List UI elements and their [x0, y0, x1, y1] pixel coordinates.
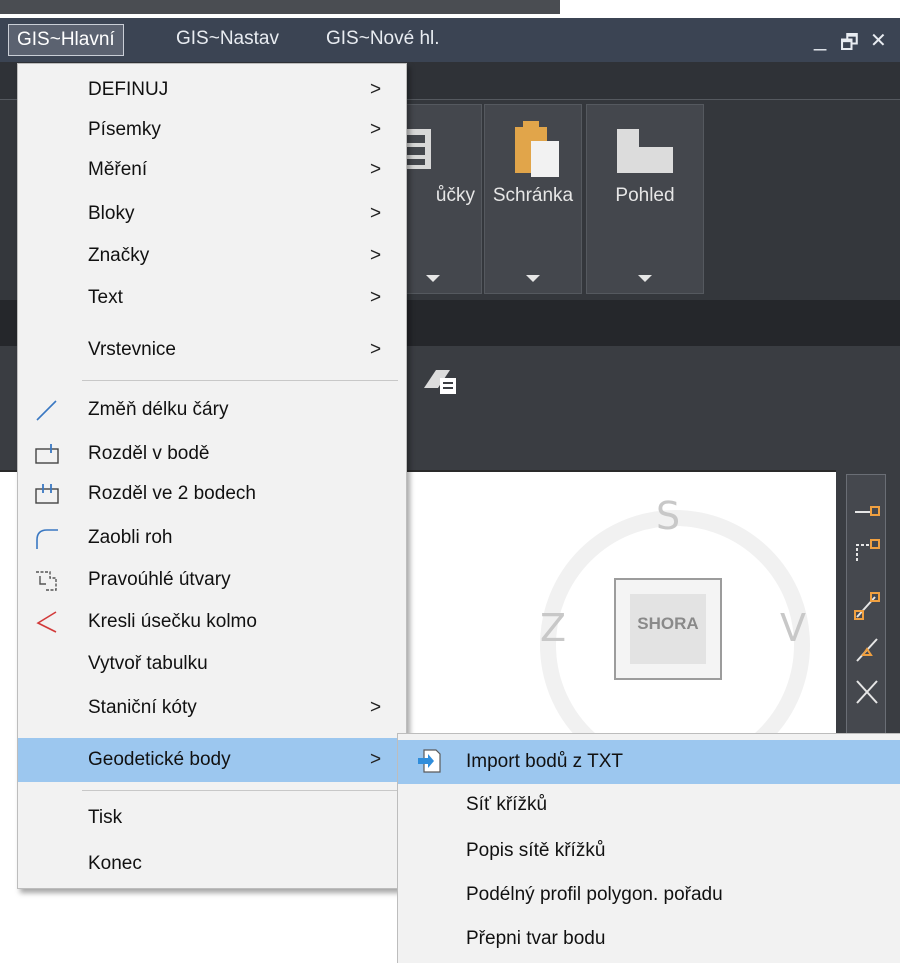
menu-item-label: Tisk [88, 807, 123, 828]
chevron-down-icon [638, 275, 652, 282]
viewcube-east[interactable]: V [780, 606, 806, 650]
submenu-arrow-icon: > [370, 339, 382, 360]
ribbon-panel-pohled[interactable]: Pohled [586, 104, 704, 294]
viewcube-west[interactable]: Z [540, 606, 566, 650]
snap-intersection-icon[interactable] [853, 677, 881, 707]
snap-midpoint-icon[interactable] [853, 635, 881, 665]
menu-separator [82, 380, 398, 381]
menubar-gis-nastav[interactable]: GIS~Nastav [168, 24, 287, 56]
view-icon [617, 129, 673, 173]
menu-item-pisemky[interactable]: Písemky > [18, 110, 406, 150]
menu-bar: GIS~Hlavní GIS~Nastav GIS~Nové hl. _ 🗗 ✕ [0, 18, 900, 62]
ribbon-label-schranka: Schránka [492, 185, 574, 206]
ribbon-panel-schranka[interactable]: Schránka [484, 104, 582, 294]
menu-item-rozdel-v-bode[interactable]: Rozděl v bodě [18, 434, 406, 474]
menu-item-label: Geodetické body [88, 749, 231, 770]
close-button[interactable]: ✕ [870, 28, 887, 53]
menu-item-label: Změň délku čáry [88, 399, 229, 420]
menu-item-label: Měření [88, 159, 148, 180]
menu-item-label: Písemky [88, 119, 161, 140]
submenu-arrow-icon: > [370, 119, 382, 140]
menubar-gis-hlavni[interactable]: GIS~Hlavní [8, 24, 124, 56]
menu-item-label: Bloky [88, 203, 135, 224]
submenu-arrow-icon: > [370, 203, 382, 224]
layer-tool-icon[interactable] [420, 362, 460, 398]
menu-item-label: Zaobli roh [88, 527, 173, 548]
snap-node-icon[interactable] [853, 535, 881, 565]
menu-item-label: Vrstevnice [88, 339, 176, 360]
fillet-icon [36, 529, 58, 549]
menu-item-bloky[interactable]: Bloky > [18, 194, 406, 234]
menu-item-vrstevnice[interactable]: Vrstevnice > [18, 330, 406, 370]
submenu-item-import-bodu-z-txt[interactable]: Import bodů z TXT [398, 740, 900, 784]
menu-item-label: Rozděl v bodě [88, 443, 210, 464]
line-length-icon [36, 400, 57, 421]
submenu-item-label: Popis sítě křížků [466, 840, 606, 861]
menu-item-pravouhle-utvary[interactable]: Pravoúhlé útvary [18, 560, 406, 600]
rectangular-shapes-icon [36, 571, 57, 591]
clipboard-icon [515, 121, 559, 177]
perpendicular-line-icon [36, 611, 57, 633]
menu-item-label: Pravoúhlé útvary [88, 569, 231, 590]
geodeticke-body-submenu: Import bodů z TXT Síť křížků Popis sítě … [397, 733, 900, 963]
viewcube-face-label: SHORA [637, 614, 699, 633]
chevron-down-icon [426, 275, 440, 282]
import-txt-icon [418, 749, 441, 773]
restore-button[interactable]: 🗗 [840, 28, 859, 62]
submenu-item-prepni-tvar-bodu[interactable]: Přepni tvar bodu [398, 918, 900, 960]
submenu-item-label: Import bodů z TXT [466, 751, 623, 772]
split-point-icon [35, 444, 59, 464]
submenu-item-popis-site-krizku[interactable]: Popis sítě křížků [398, 830, 900, 872]
submenu-item-label: Podélný profil polygon. pořadu [466, 884, 723, 905]
menubar-gis-nove-hl[interactable]: GIS~Nové hl. [318, 24, 448, 56]
gis-hlavni-dropdown-menu: DEFINUJ > Písemky > Měření > Bloky > Zna… [17, 63, 407, 889]
menu-item-zaobli-roh[interactable]: Zaobli roh [18, 518, 406, 558]
submenu-arrow-icon: > [370, 159, 382, 180]
snap-line-icon[interactable] [853, 591, 881, 621]
menu-item-stanicni-koty[interactable]: Staniční kóty > [18, 688, 406, 728]
menu-item-label: Staniční kóty [88, 697, 197, 718]
menu-item-text[interactable]: Text > [18, 278, 406, 318]
minimize-button[interactable]: _ [814, 26, 826, 52]
submenu-arrow-icon: > [370, 245, 382, 266]
submenu-arrow-icon: > [370, 287, 382, 308]
submenu-item-label: Síť křížků [466, 794, 548, 815]
chevron-down-icon [526, 275, 540, 282]
menu-item-label: Vytvoř tabulku [88, 653, 208, 674]
menu-item-label: Značky [88, 245, 150, 266]
menu-item-kresli-usecku-kolmo[interactable]: Kresli úsečku kolmo [18, 602, 406, 642]
menu-item-znacky[interactable]: Značky > [18, 236, 406, 276]
title-strip [0, 0, 560, 14]
submenu-arrow-icon: > [370, 749, 382, 770]
menu-item-tisk[interactable]: Tisk [18, 798, 406, 838]
menu-separator [82, 790, 398, 791]
menu-item-konec[interactable]: Konec [18, 844, 406, 884]
menu-item-zmen-delku-cary[interactable]: Změň délku čáry [18, 390, 406, 430]
menu-item-label: Rozděl ve 2 bodech [88, 483, 256, 504]
menu-item-label: Konec [88, 853, 142, 874]
menu-item-geodeticke-body[interactable]: Geodetické body > [18, 738, 406, 782]
menu-item-rozdel-ve-2-bodech[interactable]: Rozděl ve 2 bodech [18, 474, 406, 514]
submenu-item-label: Přepni tvar bodu [466, 928, 606, 949]
viewcube-north[interactable]: S [656, 494, 680, 538]
split-two-points-icon [35, 484, 59, 504]
menu-item-mereni[interactable]: Měření > [18, 150, 406, 190]
submenu-arrow-icon: > [370, 697, 382, 718]
menu-item-label: Text [88, 287, 123, 308]
menu-item-label: DEFINUJ [88, 79, 169, 100]
submenu-item-podelny-profil[interactable]: Podélný profil polygon. pořadu [398, 874, 900, 916]
ribbon-label-pohled: Pohled [615, 185, 675, 206]
submenu-item-sit-krizku[interactable]: Síť křížků [398, 784, 900, 826]
menu-item-definuj[interactable]: DEFINUJ > [18, 70, 406, 110]
submenu-arrow-icon: > [370, 79, 382, 100]
viewcube[interactable]: SHORA [614, 578, 722, 680]
menu-item-vytvor-tabulku[interactable]: Vytvoř tabulku [18, 644, 406, 684]
snap-endpoint-icon[interactable] [853, 501, 881, 523]
menu-item-label: Kresli úsečku kolmo [88, 611, 257, 632]
